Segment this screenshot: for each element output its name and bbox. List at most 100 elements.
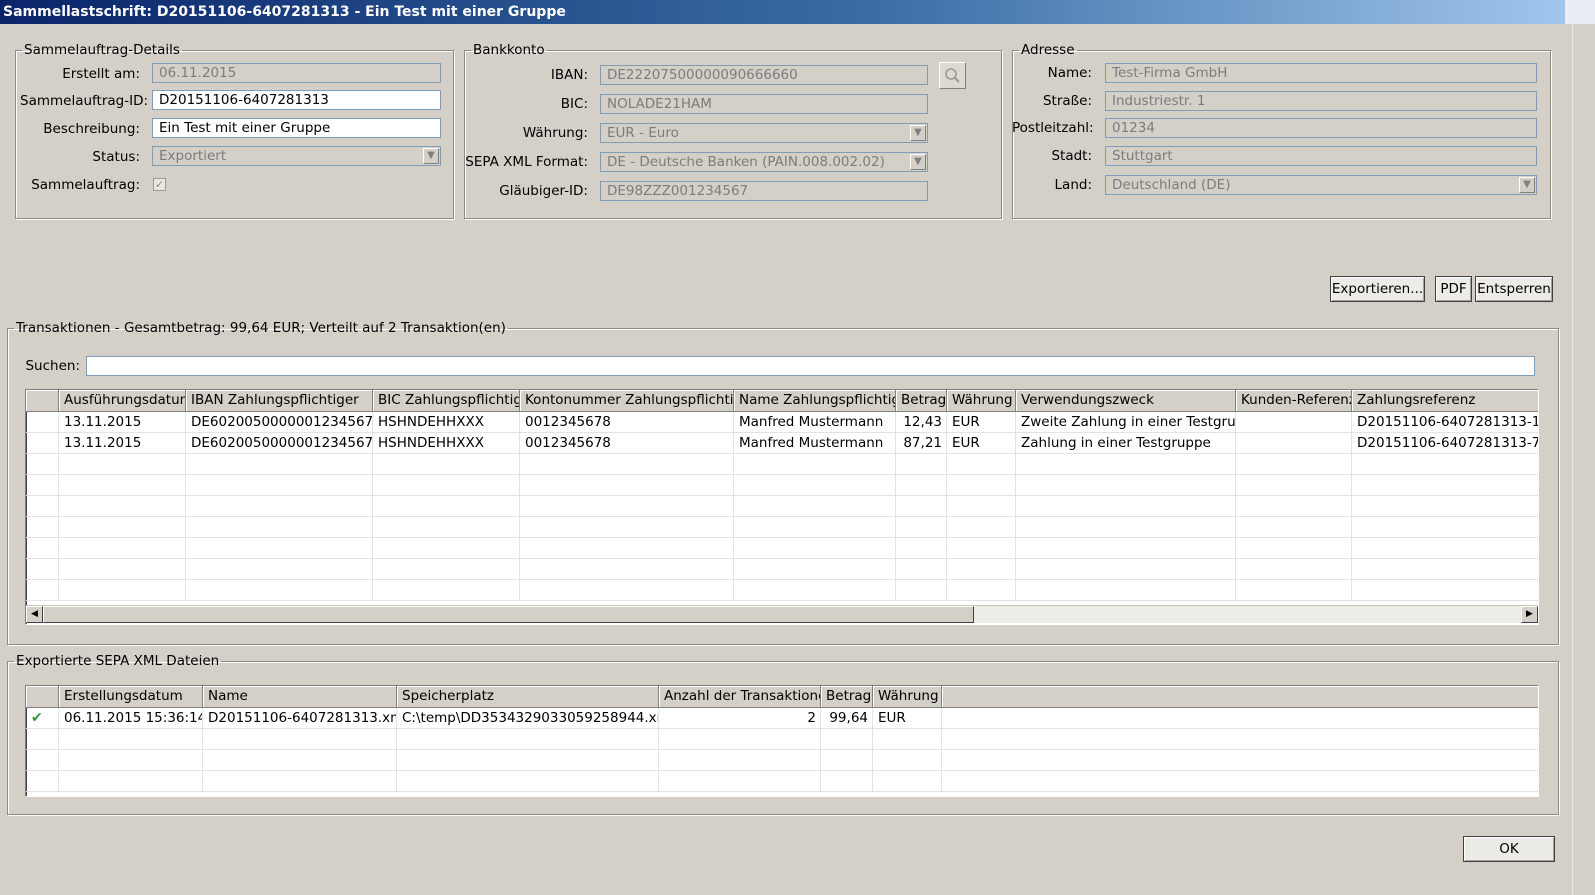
description-field[interactable]: Ein Test mit einer Gruppe	[152, 118, 441, 138]
tx-column-header[interactable]: Kontonummer Zahlungspflichtiger	[520, 390, 734, 412]
ok-button[interactable]: OK	[1463, 836, 1555, 862]
postcode-label: Postleitzahl:	[1012, 120, 1094, 136]
status-value: Exportiert	[159, 148, 227, 164]
table-cell: Manfred Mustermann	[734, 412, 896, 433]
table-cell: D20151106-6407281313-1191	[1352, 412, 1538, 433]
table-cell	[821, 729, 873, 750]
currency-select[interactable]: EUR - Euro ▼	[600, 123, 928, 143]
tx-column-header[interactable]: Währung	[947, 390, 1016, 412]
title-bar-controls-area	[1565, 0, 1595, 24]
table-cell	[1352, 517, 1538, 538]
format-select[interactable]: DE - Deutsche Banken (PAIN.008.002.02) ▼	[600, 152, 928, 172]
table-row[interactable]: 13.11.2015 DE60200500000012345678 HSHNDEHH…	[26, 412, 1538, 433]
table-row[interactable]	[26, 475, 1538, 496]
table-cell	[186, 580, 373, 601]
name-label: Name:	[1047, 65, 1092, 81]
table-cell: EUR	[947, 433, 1016, 454]
table-row[interactable]	[26, 750, 1538, 771]
ex-column-header[interactable]: Anzahl der Transaktionen	[659, 686, 821, 708]
table-cell	[186, 496, 373, 517]
transactions-table-body: 13.11.2015 DE60200500000012345678 HSHNDEHH…	[26, 412, 1538, 601]
table-cell	[186, 538, 373, 559]
ex-column-header[interactable]: Erstellungsdatum	[59, 686, 203, 708]
tx-column-header[interactable]: Ausführungsdatum	[59, 390, 186, 412]
window-title-bar[interactable]: Sammellastschrift: D20151106-6407281313 …	[0, 0, 1595, 24]
ex-column-header[interactable]: Währung	[873, 686, 942, 708]
ex-column-header[interactable]: Betrag	[821, 686, 873, 708]
table-row[interactable]: ✔ 06.11.2015 15:36:14 D20151106-6407281313…	[26, 708, 1538, 729]
tx-column-header[interactable]: BIC Zahlungspflichtiger	[373, 390, 520, 412]
city-field: Stuttgart	[1105, 146, 1537, 166]
table-cell	[947, 580, 1016, 601]
table-cell	[947, 496, 1016, 517]
ex-column-header[interactable]	[26, 686, 59, 708]
exports-table-body: ✔ 06.11.2015 15:36:14 D20151106-6407281313…	[26, 708, 1538, 792]
table-cell	[734, 538, 896, 559]
table-cell	[520, 517, 734, 538]
scroll-left-button[interactable]: ◀	[26, 606, 43, 623]
pdf-button[interactable]: PDF	[1435, 276, 1472, 302]
table-row[interactable]	[26, 496, 1538, 517]
table-cell	[203, 729, 397, 750]
tx-column-header[interactable]: Zahlungsreferenz	[1352, 390, 1538, 412]
exports-table[interactable]: Erstellungsdatum Name Speicherplatz Anzahl …	[25, 685, 1539, 797]
table-cell: C:\temp\DD3534329033059258944.xml	[397, 708, 659, 729]
chevron-down-icon[interactable]: ▼	[910, 154, 926, 170]
chevron-down-icon[interactable]: ▼	[910, 125, 926, 141]
search-label: Suchen:	[25, 358, 80, 374]
table-cell	[947, 475, 1016, 496]
table-row[interactable]	[26, 771, 1538, 792]
horizontal-scrollbar[interactable]: ◀ ▶	[26, 605, 1538, 623]
scroll-right-button[interactable]: ▶	[1521, 606, 1538, 623]
exports-legend: Exportierte SEPA XML Dateien	[16, 653, 220, 669]
ex-column-header[interactable]: Name	[203, 686, 397, 708]
tx-column-header[interactable]: Verwendungszweck	[1016, 390, 1236, 412]
scroll-thumb[interactable]	[43, 606, 974, 623]
table-cell	[873, 750, 942, 771]
transactions-table[interactable]: Ausführungsdatum IBAN Zahlungspflichtiger…	[25, 389, 1539, 625]
ex-column-header[interactable]	[942, 686, 1538, 708]
name-field: Test-Firma GmbH	[1105, 63, 1537, 83]
tx-column-header[interactable]: Name Zahlungspflichtiger	[734, 390, 896, 412]
table-cell	[26, 412, 59, 433]
magnifier-icon	[945, 68, 960, 83]
table-row[interactable]	[26, 729, 1538, 750]
tx-column-header[interactable]: Betrag	[896, 390, 947, 412]
table-row[interactable]: 13.11.2015 DE60200500000012345678 HSHNDEHH…	[26, 433, 1538, 454]
format-value: DE - Deutsche Banken (PAIN.008.002.02)	[607, 154, 885, 170]
unlock-button[interactable]: Entsperren	[1475, 276, 1553, 302]
iban-lookup-button[interactable]	[939, 62, 966, 89]
tx-column-header[interactable]	[26, 390, 59, 412]
table-cell: D20151106-6407281313.xml	[203, 708, 397, 729]
chevron-down-icon[interactable]: ▼	[1519, 177, 1535, 193]
table-cell	[734, 475, 896, 496]
chevron-down-icon[interactable]: ▼	[423, 148, 439, 164]
tx-column-header[interactable]: IBAN Zahlungspflichtiger	[186, 390, 373, 412]
tx-column-header[interactable]: Kunden-Referenz	[1236, 390, 1352, 412]
table-row[interactable]	[26, 559, 1538, 580]
status-select[interactable]: Exportiert ▼	[152, 146, 441, 166]
table-row[interactable]	[26, 538, 1538, 559]
order-id-field[interactable]: D20151106-6407281313	[152, 90, 441, 110]
table-cell: 12,43	[896, 412, 947, 433]
table-row[interactable]	[26, 517, 1538, 538]
table-cell	[26, 580, 59, 601]
batch-checkbox[interactable]: ✓	[153, 178, 166, 191]
table-cell	[1236, 496, 1352, 517]
table-cell: 99,64	[821, 708, 873, 729]
table-row[interactable]	[26, 454, 1538, 475]
export-button[interactable]: Exportieren...	[1330, 276, 1425, 302]
table-cell	[59, 496, 186, 517]
search-input[interactable]	[86, 356, 1535, 376]
table-cell	[821, 750, 873, 771]
table-row[interactable]	[26, 580, 1538, 601]
table-cell: 0012345678	[520, 433, 734, 454]
table-cell: 87,21	[896, 433, 947, 454]
table-cell	[821, 771, 873, 792]
table-cell	[1236, 433, 1352, 454]
ex-column-header[interactable]: Speicherplatz	[397, 686, 659, 708]
table-cell: 13.11.2015	[59, 433, 186, 454]
table-cell	[26, 538, 59, 559]
country-select[interactable]: Deutschland (DE) ▼	[1105, 175, 1537, 195]
table-cell: 2	[659, 708, 821, 729]
